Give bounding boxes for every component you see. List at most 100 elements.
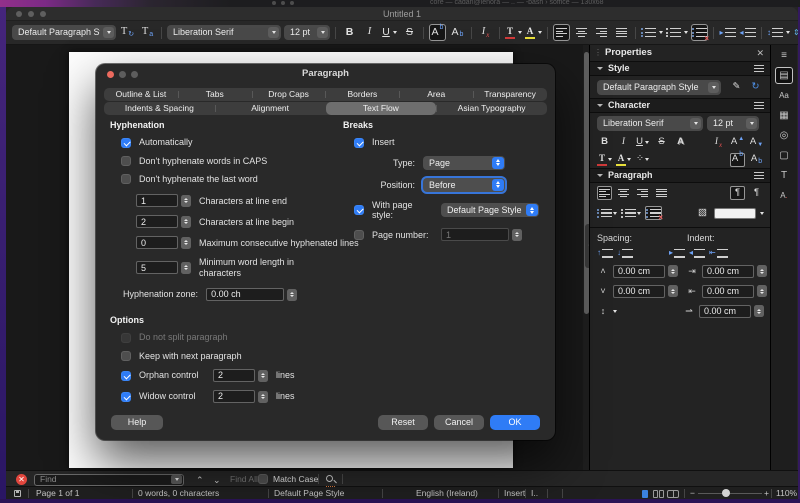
chars-line-end-field[interactable]: 1 (136, 194, 191, 207)
hanging-indent-button[interactable]: ⇤ (709, 246, 728, 260)
decrease-indent-button[interactable]: ◂ (739, 24, 756, 41)
align-left-button[interactable] (553, 24, 570, 41)
font-size-combobox[interactable]: 12 pt (284, 25, 330, 40)
do-not-split-checkbox[interactable] (121, 333, 131, 343)
tab-outline-list[interactable]: Outline & List (104, 88, 178, 101)
zoom-percent[interactable]: 110% (776, 489, 797, 499)
stepper-icon[interactable] (512, 229, 522, 241)
stepper-icon[interactable] (181, 237, 191, 249)
help-button[interactable]: Help (111, 415, 163, 430)
min-word-length-field[interactable]: 5 (136, 261, 191, 274)
justify-button[interactable] (613, 24, 630, 41)
unordered-list-button[interactable] (641, 24, 663, 41)
chevron-down-icon[interactable] (760, 212, 764, 215)
line-spacing-button[interactable]: ↕ (767, 24, 790, 41)
tab-properties[interactable]: ▤ (775, 67, 793, 84)
page-style[interactable]: Default Page Style (274, 489, 344, 499)
sidebar-settings-icon[interactable]: ≡ (775, 47, 793, 64)
stepper-icon[interactable] (181, 216, 191, 228)
stepper-icon[interactable] (757, 285, 767, 297)
tab-navigator[interactable]: ◎ (775, 127, 793, 144)
keep-with-next-checkbox[interactable] (121, 351, 131, 361)
match-case-checkbox[interactable] (258, 474, 268, 484)
update-style-button[interactable]: T↻ (119, 24, 136, 41)
orphan-lines-field[interactable]: 2 (213, 369, 268, 382)
dialog-minimize-button[interactable] (119, 71, 126, 78)
widow-control-checkbox[interactable] (121, 392, 131, 402)
tab-page[interactable]: ▢ (775, 147, 793, 164)
font-color-button[interactable]: T (597, 153, 612, 167)
stepper-icon[interactable] (287, 289, 297, 301)
stepper-icon[interactable] (258, 370, 268, 382)
increase-indent-button[interactable]: ▸ (669, 246, 685, 260)
sidebar-font-name-combobox[interactable]: Liberation Serif (597, 116, 703, 131)
left-to-right-button[interactable]: ¶ (730, 186, 745, 200)
character-spacing-button[interactable]: ⁘ (635, 153, 650, 167)
first-line-indent-field[interactable]: 0.00 cm (699, 305, 764, 318)
shadow-button[interactable]: A (673, 136, 688, 150)
zoom-slider-knob[interactable] (722, 489, 730, 497)
stepper-icon[interactable] (668, 265, 678, 277)
section-menu-icon[interactable] (754, 172, 764, 179)
paragraph-spacing-button[interactable]: ⇕ (793, 24, 798, 41)
paragraph-background-color-icon[interactable]: ▧ (695, 206, 710, 220)
sidebar-style-combobox[interactable]: Default Paragraph Style (597, 80, 721, 95)
save-status-icon[interactable] (14, 490, 21, 497)
underline-button[interactable]: U (381, 24, 398, 41)
insert-break-checkbox[interactable] (354, 138, 364, 148)
tab-area[interactable]: Area (399, 88, 473, 101)
page-count[interactable]: Page 1 of 1 (36, 489, 79, 499)
automatically-checkbox[interactable] (121, 138, 131, 148)
max-consecutive-hyphens-field[interactable]: 0 (136, 236, 191, 249)
widow-lines-field[interactable]: 2 (213, 390, 268, 403)
bold-button[interactable]: B (341, 24, 358, 41)
section-menu-icon[interactable] (754, 102, 764, 109)
tab-style-inspector[interactable]: T (775, 167, 793, 184)
highlight-color-button[interactable]: A (525, 24, 542, 41)
refresh-style-icon[interactable]: ↻ (748, 80, 763, 94)
subscript-button[interactable]: A (749, 153, 764, 167)
zoom-in-button[interactable]: + (764, 489, 769, 499)
unordered-list-button[interactable] (597, 206, 617, 220)
page-style-popup[interactable]: Default Page Style (441, 203, 539, 217)
line-spacing-dropdown[interactable] (613, 310, 617, 313)
paragraph-section-header[interactable]: Paragraph (590, 168, 771, 183)
align-right-button[interactable] (635, 186, 650, 200)
insert-mode[interactable]: Insert (504, 489, 525, 499)
tab-asian-typography[interactable]: Asian Typography (436, 102, 547, 115)
update-style-icon[interactable]: ✎ (729, 80, 744, 94)
tab-alignment[interactable]: Alignment (215, 102, 326, 115)
dialog-close-button[interactable] (107, 71, 114, 78)
sidebar-font-size-combobox[interactable]: 12 pt (707, 116, 759, 131)
tab-accessibility-check[interactable]: A. (775, 187, 793, 204)
ok-button[interactable]: OK (490, 415, 540, 430)
tab-tabs[interactable]: Tabs (178, 88, 252, 101)
tab-gallery[interactable]: ▦ (775, 107, 793, 124)
justify-button[interactable] (654, 186, 669, 200)
find-and-replace-icon[interactable] (326, 475, 333, 482)
chevron-down-icon[interactable] (171, 475, 182, 484)
chars-line-begin-field[interactable]: 2 (136, 215, 191, 228)
tab-drop-caps[interactable]: Drop Caps (252, 88, 326, 101)
ordered-list-button[interactable] (666, 24, 688, 41)
tab-transparency[interactable]: Transparency (473, 88, 547, 101)
no-last-word-checkbox[interactable] (121, 174, 131, 184)
stepper-icon[interactable] (181, 195, 191, 207)
before-text-indent-field[interactable]: 0.00 cm (702, 265, 767, 278)
strikethrough-button[interactable]: S (401, 24, 418, 41)
book-view-icon[interactable] (667, 490, 679, 498)
decrease-paragraph-spacing-button[interactable]: ↓ (617, 246, 633, 260)
break-type-popup[interactable]: Page (423, 156, 505, 170)
with-page-style-checkbox[interactable] (354, 205, 364, 215)
italic-button[interactable]: I (616, 136, 631, 150)
highlight-color-button[interactable]: A (616, 153, 631, 167)
close-find-bar-button[interactable]: ✕ (16, 474, 27, 485)
section-menu-icon[interactable] (754, 65, 764, 72)
stepper-icon[interactable] (754, 305, 764, 317)
vertical-scrollbar-thumb[interactable] (584, 52, 589, 314)
sidebar-grip-icon[interactable]: ⋮ (594, 48, 601, 57)
single-page-view-icon[interactable] (642, 490, 648, 498)
italic-button[interactable]: I (361, 24, 378, 41)
multi-page-view-icon[interactable] (653, 490, 664, 498)
stepper-icon[interactable] (757, 265, 767, 277)
